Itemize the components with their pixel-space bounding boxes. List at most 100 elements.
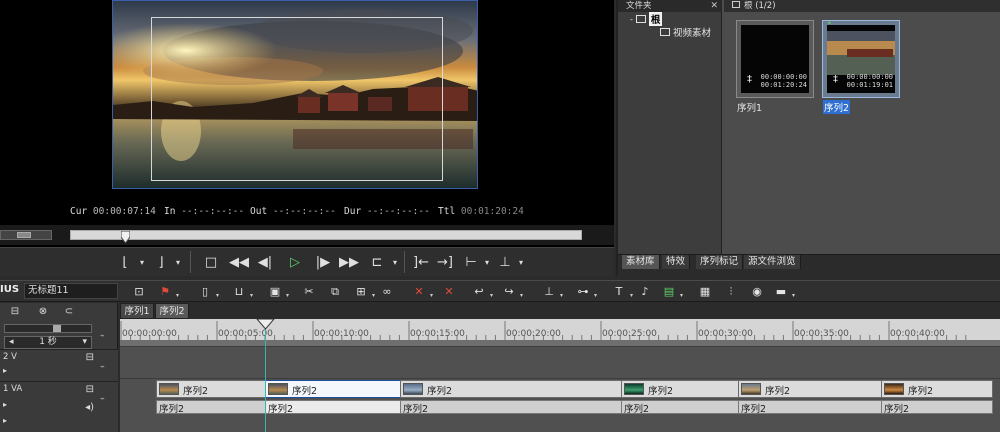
timeline-scale-select[interactable]: ◂ 1 秒 ▾ [4,336,92,349]
link-icon[interactable]: ⌁ [100,331,105,340]
tab-sequence-markers[interactable]: 序列标记 [696,255,744,269]
timeline-playhead[interactable] [265,319,266,432]
tree-item-root[interactable]: -根 [630,12,663,26]
timeline-clip-video[interactable]: 序列2 [265,380,401,398]
mixer-icon[interactable]: ⊡ [130,283,148,300]
bin-clip-name[interactable]: 序列1 [736,100,763,114]
loop-menu[interactable]: ▾ [390,252,400,272]
clip-thumbnail-icon [268,383,288,395]
tab-asset-library[interactable]: 素材库 [622,255,660,269]
marker-icon[interactable]: ⚑ ▾ [156,283,179,300]
timeline-clip-audio[interactable]: 序列2 [738,400,882,415]
clip-thumbnail: ‡ 00:00:00:00 00:01:20:24 [741,25,809,93]
link-icon[interactable]: ⌁ [100,362,105,371]
layout-icon[interactable]: ▬ ▾ [772,283,795,300]
video-monitor[interactable] [112,0,478,189]
set-in-menu[interactable]: ▾ [137,252,147,272]
timecode-readout: Cur 00:00:07:14 In --:--:--:-- Out --:--… [0,204,614,220]
track-settings-icon[interactable]: ⊟ [6,303,24,319]
sync-icon[interactable]: ⊗ [34,303,52,319]
step-forward-button[interactable]: |▶ [312,252,334,272]
save-icon[interactable]: ▣ ▾ [266,283,289,300]
record-icon[interactable]: ◉ [748,283,766,300]
play-button[interactable]: ▷ [284,252,306,272]
expand-icon[interactable]: ▸ [3,416,7,425]
insert-menu[interactable]: ▾ [482,252,492,272]
timeline-clip-video[interactable]: 序列2 [881,380,993,398]
microphone-icon[interactable]: ♪ [636,283,654,300]
timeline-clip-audio[interactable]: 序列2 [265,400,401,415]
tree-item-video-assets[interactable]: 视频素材 [660,25,711,39]
track-display-icon[interactable]: ⊟ [86,384,94,395]
scrub-playhead[interactable] [121,231,130,245]
tab-source-browser[interactable]: 源文件浏览 [744,255,801,269]
title-icon[interactable]: T ▾ [610,283,633,300]
bin-clip-name[interactable]: 序列2 [823,100,851,114]
undo-icon[interactable]: ↩ ▾ [470,283,493,300]
timeline-clip-video[interactable]: 序列2 [621,380,739,398]
link-tracks-icon[interactable]: ⊂ [60,303,78,319]
set-out-button[interactable]: ⌋ [150,252,172,272]
loop-button[interactable]: ⊏ [366,252,388,272]
track-header-1va[interactable]: 1 VA ⊟ ▸ ◂) ▸ ⌁ [0,381,118,432]
fast-forward-button[interactable]: ▶▶ [338,252,360,272]
grid-icon[interactable]: ▦ [696,283,714,300]
transition-icon[interactable]: ⊶ ▾ [574,283,598,300]
project-name-field[interactable]: 无标题11 [24,283,118,299]
redo-icon[interactable]: ↪ ▾ [500,283,523,300]
overwrite-button[interactable]: ⊥ [494,252,516,272]
bin-clip-sequence-1[interactable]: ‡ 00:00:00:00 00:01:20:24 [736,20,814,98]
app-brand: IUS [0,284,20,295]
set-in-button[interactable]: ⌊ [114,252,136,272]
ruler-label: 00:00:00:00 [122,329,177,339]
timeline-area[interactable]: 00:00:00:00 00:00:05:00 00:00:10:00 00:0… [120,319,1000,432]
insert-button[interactable]: ⊢ [460,252,482,272]
time-ruler[interactable]: 00:00:00:00 00:00:05:00 00:00:10:00 00:0… [120,319,1000,341]
link-icon[interactable]: ⌁ [100,394,105,403]
close-icon[interactable]: ✕ [710,0,718,12]
cut-icon[interactable]: ✂ [300,283,318,300]
timeline-clip-audio[interactable]: 序列2 [156,400,266,415]
expand-icon[interactable]: ▸ [3,366,7,375]
set-out-menu[interactable]: ▾ [173,252,183,272]
timeline-clip-audio[interactable]: 序列2 [400,400,622,415]
scrub-bar[interactable] [70,230,582,244]
shuttle-slider[interactable] [0,230,52,240]
tab-sequence-1[interactable]: 序列1 [120,303,154,319]
timeline-clip-video[interactable]: 序列2 [156,380,266,398]
new-file-icon[interactable]: ▯ ▾ [196,283,219,300]
import-icon[interactable]: ⊔ ▾ [230,283,253,300]
paste-icon[interactable]: ⊞ ▾ [352,283,375,300]
render-icon[interactable]: ▤ ▾ [660,283,683,300]
track-header-2v[interactable]: 2 V ⊟ ▸ ⌁ [0,349,118,381]
timeline-clip-audio[interactable]: 序列2 [621,400,739,415]
copy-icon[interactable]: ⧉ [326,283,344,300]
go-to-out-button[interactable]: →] [434,252,456,272]
speaker-icon[interactable]: ◂) [85,402,94,413]
link-icon[interactable]: ∞ [378,283,396,300]
stop-button[interactable]: □ [200,252,222,272]
timeline-clip-audio[interactable]: 序列2 [881,400,993,415]
ruler-label: 00:00:10:00 [314,329,369,339]
tab-sequence-2[interactable]: 序列2 [155,303,189,319]
overwrite-menu[interactable]: ▾ [516,252,526,272]
tab-effects[interactable]: 特效 [662,255,691,269]
out-timecode: Out --:--:--:-- [250,206,336,217]
bin-clip-sequence-2[interactable]: ‡ 00:00:00:00 00:01:19:01 • [822,19,900,98]
track-display-icon[interactable]: ⊟ [86,352,94,363]
audio-mixer-icon[interactable]: ⫶ [722,283,740,300]
delete-gap-icon[interactable]: ✕ ▾ [410,283,433,300]
playhead-handle[interactable] [256,319,275,330]
clip-thumbnail-image [827,31,895,75]
rewind-button[interactable]: ◀◀ [228,252,250,272]
ripple-delete-icon[interactable]: ✕ [440,283,458,300]
timeline-zoom-slider[interactable] [4,324,92,333]
track-header-column: ⊟ ⊗ ⊂ ◂ 1 秒 ▾ ⌁ 2 V ⊟ ▸ ⌁ 1 VA ⊟ ▸ ◂) ▸ ⌁ [0,303,118,432]
snap-icon[interactable]: ⊥ ▾ [540,283,563,300]
expand-icon[interactable]: ▸ [3,400,7,409]
timeline-clip-video[interactable]: 序列2 [400,380,622,398]
timeline-clip-video[interactable]: 序列2 [738,380,882,398]
step-back-button[interactable]: ◀| [254,252,276,272]
track-lane-2v[interactable] [120,346,1000,378]
go-to-in-button[interactable]: ]← [410,252,432,272]
